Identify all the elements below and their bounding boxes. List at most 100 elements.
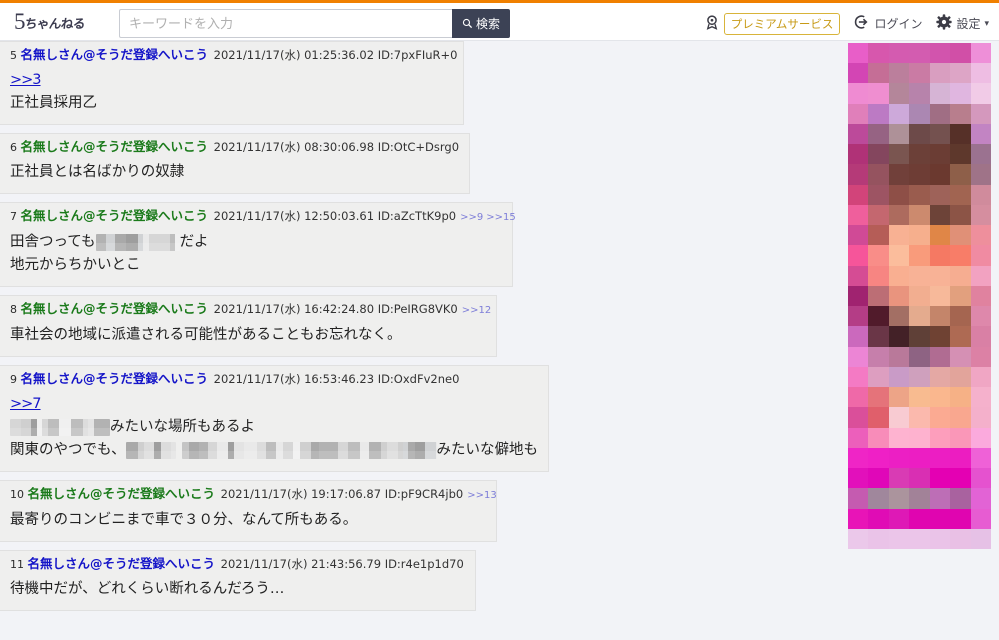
photo-pixel — [929, 366, 951, 388]
photo-pixel — [909, 225, 930, 246]
photo-pixel — [909, 528, 930, 549]
post-number[interactable]: 11 — [10, 558, 28, 571]
photo-pixel — [970, 83, 991, 104]
photo-pixel — [909, 468, 930, 489]
post-body: >>7 みたいな場所もあるよ 関東のやつでも、 みたいな僻地も — [10, 393, 538, 462]
post-reply-refs: >>9 >>15 — [460, 212, 519, 223]
post-line: 最寄りのコンビニまで車で３０分、なんて所もある。 — [10, 509, 486, 532]
photo-pixel — [848, 468, 869, 489]
photo-pixel — [970, 427, 991, 448]
reply-ref-link[interactable]: >>9 — [460, 212, 483, 223]
post-number[interactable]: 6 — [10, 141, 21, 154]
photo-pixel — [868, 528, 889, 549]
post-reply-refs: >>13 — [467, 490, 499, 501]
login-link[interactable]: ログイン — [854, 14, 922, 33]
photo-pixel — [970, 488, 991, 509]
photo-pixel — [909, 447, 930, 469]
photo-pixel — [929, 407, 951, 428]
photo-pixel — [909, 123, 930, 145]
photo-pixel — [909, 387, 930, 408]
post-meta: 7 名無しさん@そうだ登録へいこう 2021/11/17(水) 12:50:03… — [10, 207, 516, 227]
post-number[interactable]: 7 — [10, 210, 21, 223]
photo-pixel — [848, 63, 869, 84]
post-number[interactable]: 9 — [10, 373, 21, 386]
post-user-id: ID:pF9CR4jb0 — [384, 487, 464, 501]
photo-pixel — [888, 366, 910, 388]
photo-pixel — [950, 306, 971, 327]
photo-pixel — [950, 164, 971, 185]
post-text: 関東のやつでも、 — [10, 442, 126, 458]
photo-pixel — [909, 366, 930, 388]
photo-pixel — [950, 144, 971, 165]
site-logo[interactable]: 5 ちゃんねる — [14, 9, 106, 35]
photo-pixel — [868, 346, 889, 367]
photo-pixel — [848, 326, 869, 347]
photo-pixel — [848, 366, 869, 388]
post-line: 田舎つっても だよ — [10, 231, 502, 254]
photo-pixel — [888, 326, 910, 347]
post-number[interactable]: 8 — [10, 303, 21, 316]
photo-pixel — [868, 285, 889, 307]
photo-pixel — [929, 123, 951, 145]
post-text: 地元からちかいとこ — [10, 257, 141, 273]
photo-pixel — [909, 285, 930, 307]
photo-pixel — [909, 407, 930, 428]
search-button[interactable]: 検索 — [452, 9, 510, 38]
photo-pixel — [868, 366, 889, 388]
post-timestamp: 2021/11/17(水) 12:50:03.61 — [210, 209, 378, 223]
login-label: ログイン — [874, 17, 923, 31]
photo-pixel — [909, 43, 930, 64]
thread-post-list: 5 名無しさん@そうだ登録へいこう 2021/11/17(水) 01:25:36… — [0, 41, 845, 619]
settings-menu[interactable]: 設定 ▾ — [936, 14, 989, 33]
photo-pixel — [929, 103, 951, 124]
reply-ref-link[interactable]: >>12 — [462, 305, 491, 316]
photo-pixel — [868, 245, 889, 266]
photo-pixel — [929, 265, 951, 286]
photo-pixel — [868, 204, 889, 226]
photo-pixel — [888, 285, 910, 307]
post-user-id: ID:OtC+Dsrg0 — [377, 140, 460, 154]
photo-pixel — [929, 164, 951, 185]
post-number[interactable]: 5 — [10, 49, 21, 62]
post-author-name: 名無しさん@そうだ登録へいこう — [20, 371, 209, 386]
post-anchor-link[interactable]: >>3 — [10, 72, 42, 88]
header-nav: プレミアムサービス ログイン 設定 ▾ — [704, 3, 989, 44]
post-line: 正社員採用乙 — [10, 92, 453, 115]
redaction-mosaic — [10, 419, 110, 436]
premium-badge-label[interactable]: プレミアムサービス — [723, 12, 841, 35]
photo-pixel — [909, 83, 930, 104]
photo-pixel — [868, 225, 889, 246]
photo-pixel — [868, 63, 889, 84]
post-timestamp: 2021/11/17(水) 16:53:46.23 — [210, 372, 378, 386]
post-line: 待機中だが、どれくらい断れるんだろう… — [10, 578, 465, 601]
photo-pixel — [950, 63, 971, 84]
post-5: 5 名無しさん@そうだ登録へいこう 2021/11/17(水) 01:25:36… — [0, 41, 464, 125]
photo-pixel — [888, 468, 910, 489]
photo-pixel — [868, 326, 889, 347]
photo-pixel — [888, 204, 910, 226]
photo-pixel — [848, 123, 869, 145]
photo-pixel — [888, 528, 910, 549]
post-meta: 11 名無しさん@そうだ登録へいこう 2021/11/17(水) 21:43:5… — [10, 555, 465, 574]
post-number[interactable]: 10 — [10, 488, 28, 501]
photo-pixel — [868, 306, 889, 327]
photo-pixel — [888, 508, 910, 529]
photo-pixel — [929, 285, 951, 307]
post-text: 田舎つっても — [10, 234, 96, 250]
post-anchor-link[interactable]: >>7 — [10, 396, 42, 412]
search-input[interactable] — [119, 9, 452, 38]
photo-pixel — [848, 488, 869, 509]
reply-ref-link[interactable]: >>15 — [486, 212, 515, 223]
photo-pixel — [888, 346, 910, 367]
photo-pixel — [929, 306, 951, 327]
photo-pixel — [970, 123, 991, 145]
photo-pixel — [970, 326, 991, 347]
photo-pixel — [848, 346, 869, 367]
post-text: 正社員とは名ばかりの奴隷 — [10, 164, 185, 180]
photo-pixel — [848, 204, 869, 226]
reply-ref-link[interactable]: >>13 — [467, 490, 496, 501]
premium-service-link[interactable]: プレミアムサービス — [704, 12, 841, 35]
photo-pixel — [970, 265, 991, 286]
post-line: >>7 — [10, 393, 538, 416]
photo-pixel — [848, 306, 869, 327]
